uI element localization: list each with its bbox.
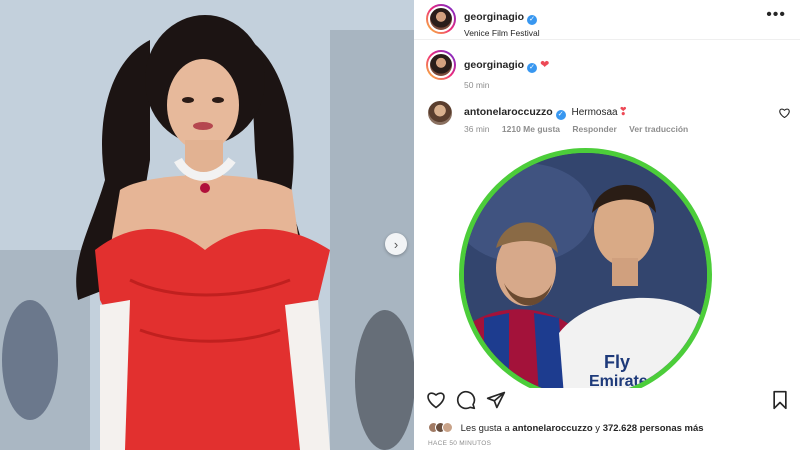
action-bar: [414, 388, 800, 414]
post-detail-panel: georginagio ✓ Venice Film Festival ••• ge…: [414, 0, 800, 450]
comment-reply-button[interactable]: Responder: [572, 124, 616, 134]
header-avatar[interactable]: [426, 4, 456, 34]
post-header: georginagio ✓ Venice Film Festival •••: [414, 0, 800, 40]
caption-time: 50 min: [464, 80, 490, 90]
likes-user[interactable]: antonelaroccuzzo: [512, 423, 592, 434]
verified-badge-icon: ✓: [527, 15, 538, 25]
caption-heart-emoji: ❤: [540, 59, 550, 71]
more-horizontal-icon[interactable]: •••: [766, 6, 786, 24]
svg-text:Fly: Fly: [604, 352, 630, 372]
caption-username[interactable]: georginagio: [464, 59, 524, 71]
comment-username[interactable]: antonelaroccuzzo: [464, 106, 553, 118]
comment-time: 36 min: [464, 124, 490, 134]
share-icon[interactable]: [486, 390, 506, 410]
caption-avatar[interactable]: [426, 50, 456, 80]
comment-image: Fly Emirates: [459, 148, 712, 401]
heart-outline-icon[interactable]: [426, 390, 446, 410]
likes-summary[interactable]: Les gusta a antonelaroccuzzo y 372.628 p…: [428, 422, 704, 434]
comment-likes[interactable]: 1210 Me gusta: [502, 124, 560, 134]
likes-middle: y: [595, 423, 601, 434]
verified-badge-icon: ✓: [527, 63, 538, 73]
post-photo[interactable]: ›: [0, 0, 414, 450]
likes-prefix: Les gusta a: [460, 423, 510, 434]
comment-like-heart-icon[interactable]: [779, 108, 790, 118]
likes-count[interactable]: 372.628 personas más: [603, 423, 704, 434]
comment-image-illustration: Fly Emirates: [464, 153, 707, 396]
liker-avatar: [442, 422, 453, 433]
bookmark-icon[interactable]: [770, 390, 790, 410]
see-translation-button[interactable]: Ver traducción: [629, 124, 688, 134]
comment-icon[interactable]: [456, 390, 476, 410]
verified-badge-icon: ✓: [555, 110, 566, 120]
post-timestamp: HACE 50 MINUTOS: [428, 440, 492, 447]
chevron-right-icon: ›: [393, 236, 399, 252]
comment-meta: 36 min 1210 Me gusta Responder Ver tradu…: [464, 124, 698, 134]
comment-text: Hermosaa: [571, 107, 618, 118]
header-username[interactable]: georginagio: [464, 11, 524, 23]
carousel-next-button[interactable]: ›: [385, 233, 407, 255]
comment-heart-emoji: ❣: [618, 106, 628, 118]
comment-avatar[interactable]: [428, 101, 452, 125]
post-location[interactable]: Venice Film Festival: [464, 28, 540, 38]
photo-illustration: [0, 0, 414, 450]
